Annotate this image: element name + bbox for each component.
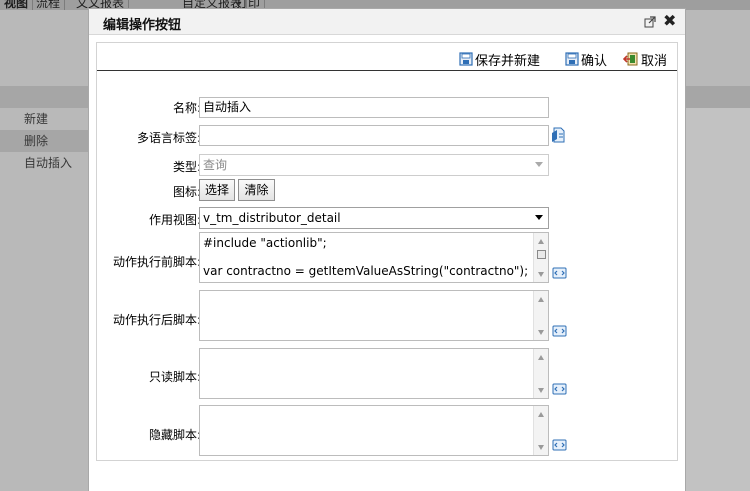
save-and-new-label: 保存并新建 bbox=[475, 53, 541, 69]
scroll-down-icon[interactable] bbox=[538, 330, 544, 335]
script-editor-icon[interactable] bbox=[552, 383, 568, 395]
scroll-up-icon[interactable] bbox=[538, 297, 544, 302]
chevron-down-icon bbox=[535, 215, 543, 220]
background-right-panel bbox=[686, 108, 750, 491]
name-label: 名称: bbox=[172, 101, 201, 115]
view-select-value: v_tm_distributor_detail bbox=[203, 211, 341, 225]
post-script-label: 动作执行后脚本: bbox=[112, 313, 201, 327]
cancel-label: 取消 bbox=[641, 53, 668, 69]
dialog-body: 保存并新建 确认 取消 名称: 自动插入 多语言标签: 类型: 查询 图标: 选… bbox=[96, 42, 678, 461]
chevron-down-icon bbox=[535, 162, 543, 167]
save-icon bbox=[459, 52, 473, 66]
icon-label: 图标: bbox=[172, 185, 201, 199]
hidden-script-scrollbar[interactable] bbox=[533, 406, 548, 455]
script-editor-icon[interactable] bbox=[552, 267, 568, 279]
dialog-header: 编辑操作按钮 ✖ bbox=[89, 9, 685, 35]
icon-select-button[interactable]: 选择 bbox=[199, 179, 235, 201]
pre-script-scrollbar[interactable] bbox=[533, 233, 548, 282]
type-select[interactable]: 查询 bbox=[199, 154, 549, 176]
type-select-value: 查询 bbox=[203, 158, 228, 172]
scroll-up-icon[interactable] bbox=[538, 239, 544, 244]
edit-action-button-dialog: 编辑操作按钮 ✖ 保存并新建 确认 取消 名称: 自动插入 多语言标签: 类型:… bbox=[88, 8, 686, 491]
save-icon bbox=[565, 52, 579, 66]
dialog-title: 编辑操作按钮 bbox=[103, 18, 182, 33]
name-input[interactable]: 自动插入 bbox=[199, 97, 549, 118]
readonly-script-scrollbar[interactable] bbox=[533, 349, 548, 398]
language-icon[interactable] bbox=[551, 127, 565, 143]
background-button-list: 新建 删除 自动插入 bbox=[0, 108, 90, 174]
readonly-script-label: 只读脚本: bbox=[148, 370, 201, 384]
scroll-up-icon[interactable] bbox=[538, 355, 544, 360]
popout-icon[interactable] bbox=[644, 16, 656, 28]
view-select[interactable]: v_tm_distributor_detail bbox=[199, 207, 549, 229]
post-script-scrollbar[interactable] bbox=[533, 291, 548, 340]
dialog-toolbar: 保存并新建 确认 取消 bbox=[97, 43, 677, 71]
icon-clear-button[interactable]: 清除 bbox=[238, 179, 275, 201]
post-script-textarea[interactable] bbox=[199, 290, 549, 341]
i18n-input[interactable] bbox=[199, 125, 549, 146]
confirm-label: 确认 bbox=[581, 53, 608, 69]
view-label: 作用视图: bbox=[148, 213, 201, 227]
pre-script-label: 动作执行前脚本: bbox=[112, 255, 201, 269]
list-item-auto-insert[interactable]: 自动插入 bbox=[0, 152, 90, 174]
scroll-down-icon[interactable] bbox=[538, 388, 544, 393]
readonly-script-textarea[interactable] bbox=[199, 348, 549, 399]
pre-script-text: #include "actionlib"; var contractno = g… bbox=[203, 236, 529, 278]
save-and-new-button[interactable]: 保存并新建 bbox=[459, 50, 541, 69]
hidden-script-textarea[interactable] bbox=[199, 405, 549, 456]
scroll-thumb[interactable] bbox=[537, 250, 546, 259]
exit-door-icon bbox=[623, 52, 638, 66]
scroll-down-icon[interactable] bbox=[538, 272, 544, 277]
scroll-down-icon[interactable] bbox=[538, 445, 544, 450]
scroll-up-icon[interactable] bbox=[538, 412, 544, 417]
tab-view[interactable]: 视图 bbox=[0, 0, 34, 10]
script-editor-icon[interactable] bbox=[552, 325, 568, 337]
script-editor-icon[interactable] bbox=[552, 439, 568, 451]
type-label: 类型: bbox=[172, 160, 201, 174]
confirm-button[interactable]: 确认 bbox=[565, 50, 608, 69]
i18n-label: 多语言标签: bbox=[136, 131, 201, 145]
list-item-delete[interactable]: 删除 bbox=[0, 130, 90, 152]
tab-flow[interactable]: 流程 bbox=[32, 0, 66, 10]
list-item-new[interactable]: 新建 bbox=[0, 108, 90, 130]
cancel-button[interactable]: 取消 bbox=[623, 50, 668, 69]
hidden-script-label: 隐藏脚本: bbox=[148, 428, 201, 442]
pre-script-textarea[interactable]: #include "actionlib"; var contractno = g… bbox=[199, 232, 549, 283]
close-icon[interactable]: ✖ bbox=[663, 12, 677, 30]
